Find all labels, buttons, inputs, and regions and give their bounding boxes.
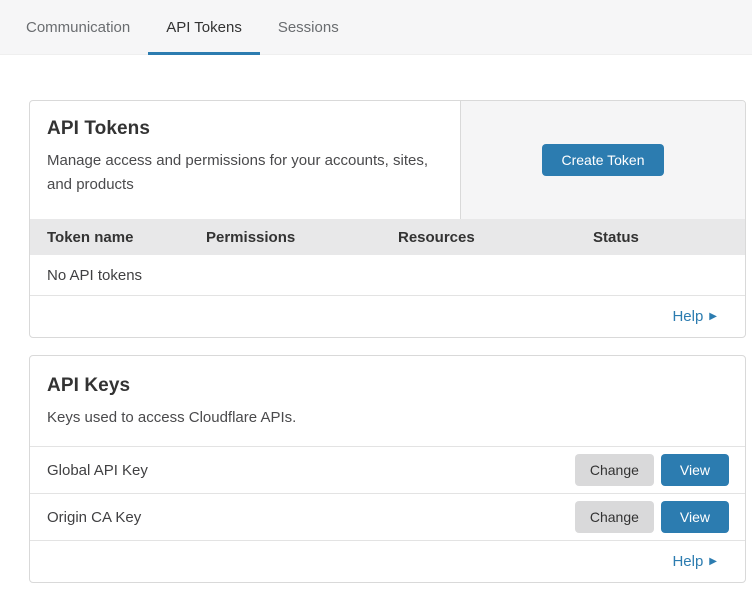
tokens-empty-message: No API tokens: [47, 267, 142, 284]
column-resources: Resources: [398, 229, 593, 246]
api-keys-title: API Keys: [47, 375, 725, 397]
api-tokens-card-footer: Help ▶: [30, 296, 745, 337]
api-tokens-card-header-text: API Tokens Manage access and permissions…: [30, 101, 460, 219]
api-keys-description: Keys used to access Cloudflare APIs.: [47, 406, 442, 430]
tab-api-tokens[interactable]: API Tokens: [148, 0, 260, 54]
tokens-table-header: Token name Permissions Resources Status: [30, 219, 745, 255]
global-api-key-view-button[interactable]: View: [661, 454, 729, 486]
api-tokens-card-header-action: Create Token: [460, 101, 745, 219]
main-content: API Tokens Manage access and permissions…: [0, 55, 752, 583]
tab-api-tokens-label: API Tokens: [166, 19, 242, 36]
api-tokens-help-link[interactable]: Help ▶: [672, 308, 717, 325]
tab-communication-label: Communication: [26, 19, 130, 36]
create-token-button[interactable]: Create Token: [542, 144, 663, 176]
origin-ca-key-change-button[interactable]: Change: [575, 501, 654, 533]
api-tokens-card: API Tokens Manage access and permissions…: [29, 100, 746, 338]
tab-bar: Communication API Tokens Sessions: [0, 0, 752, 55]
help-arrow-icon: ▶: [709, 557, 717, 567]
tokens-empty-row: No API tokens: [30, 255, 745, 296]
api-keys-help-link[interactable]: Help ▶: [672, 553, 717, 570]
api-tokens-title: API Tokens: [47, 118, 440, 140]
global-api-key-label: Global API Key: [47, 462, 575, 479]
api-keys-card-footer: Help ▶: [30, 541, 745, 582]
origin-ca-key-row: Origin CA Key Change View: [30, 494, 745, 541]
tab-sessions[interactable]: Sessions: [260, 0, 357, 54]
api-tokens-help-label: Help: [672, 308, 703, 325]
origin-ca-key-label: Origin CA Key: [47, 509, 575, 526]
api-keys-card-header: API Keys Keys used to access Cloudflare …: [30, 356, 745, 447]
column-permissions: Permissions: [206, 229, 398, 246]
tab-sessions-label: Sessions: [278, 19, 339, 36]
api-tokens-description: Manage access and permissions for your a…: [47, 149, 440, 197]
api-keys-help-label: Help: [672, 553, 703, 570]
global-api-key-change-button[interactable]: Change: [575, 454, 654, 486]
column-status: Status: [593, 229, 745, 246]
column-token-name: Token name: [47, 229, 206, 246]
help-arrow-icon: ▶: [709, 312, 717, 322]
origin-ca-key-view-button[interactable]: View: [661, 501, 729, 533]
api-tokens-card-header: API Tokens Manage access and permissions…: [30, 101, 745, 219]
global-api-key-row: Global API Key Change View: [30, 447, 745, 494]
tab-communication[interactable]: Communication: [8, 0, 148, 54]
api-keys-card: API Keys Keys used to access Cloudflare …: [29, 355, 746, 583]
